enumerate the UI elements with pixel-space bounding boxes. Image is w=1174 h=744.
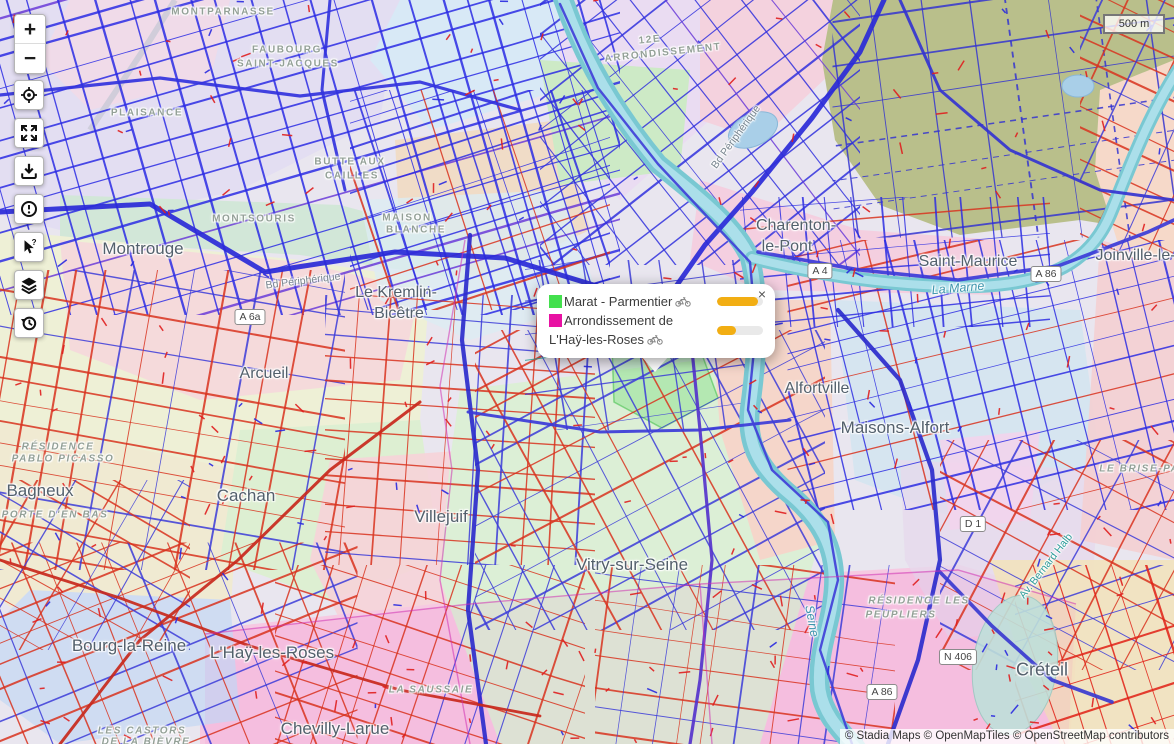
- exclamation-circle-icon: [21, 201, 37, 217]
- locate-button[interactable]: [14, 80, 44, 110]
- pointer-question-icon: ?: [24, 238, 37, 254]
- download-button[interactable]: [14, 156, 44, 186]
- scale-control: 500 m: [1103, 14, 1165, 35]
- svg-text:?: ?: [32, 238, 37, 247]
- progress-fill: [717, 325, 737, 335]
- layers-icon: [21, 277, 37, 294]
- legend-entry: Arrondissement de L'Haÿ-les-Roses: [549, 311, 763, 349]
- progress-fill: [717, 297, 759, 306]
- identify-button[interactable]: ?: [14, 232, 44, 262]
- zoom-out-button[interactable]: −: [15, 44, 45, 73]
- legend-swatch: [549, 295, 562, 308]
- legend-label: Marat - Parmentier: [564, 294, 673, 309]
- expand-arrows-icon: [21, 125, 37, 141]
- legend-swatch: [549, 314, 562, 327]
- zoom-control: + −: [14, 14, 46, 74]
- progress-bar: [717, 297, 763, 306]
- history-button[interactable]: [14, 308, 44, 338]
- bicycle-icon: [675, 297, 692, 307]
- history-clock-icon: [21, 316, 37, 331]
- legend-entry-text: Marat - Parmentier: [549, 292, 711, 311]
- zoom-in-button[interactable]: +: [15, 15, 45, 44]
- attribution[interactable]: © Stadia Maps © OpenMapTiles © OpenStree…: [839, 729, 1174, 744]
- progress-bar: [717, 325, 763, 335]
- fullscreen-button[interactable]: [14, 118, 44, 148]
- layers-button[interactable]: [14, 270, 44, 300]
- crosshair-locate-icon: [21, 87, 37, 103]
- legend-entry-text: Arrondissement de L'Haÿ-les-Roses: [549, 311, 711, 349]
- bicycle-icon: [647, 335, 663, 345]
- report-error-button[interactable]: [14, 194, 44, 224]
- legend-popup: × Marat - Parmentier Arrondissement de L…: [537, 284, 775, 358]
- download-icon: [21, 163, 37, 179]
- popup-close-button[interactable]: ×: [758, 287, 766, 301]
- basemap-svg: [0, 0, 1174, 744]
- map-canvas[interactable]: MONTPARNASSE PLAISANCE FAUBOURG SAINT-JACQU…: [0, 0, 1174, 744]
- popup-tail: [641, 356, 669, 372]
- legend-entry: Marat - Parmentier: [549, 292, 763, 311]
